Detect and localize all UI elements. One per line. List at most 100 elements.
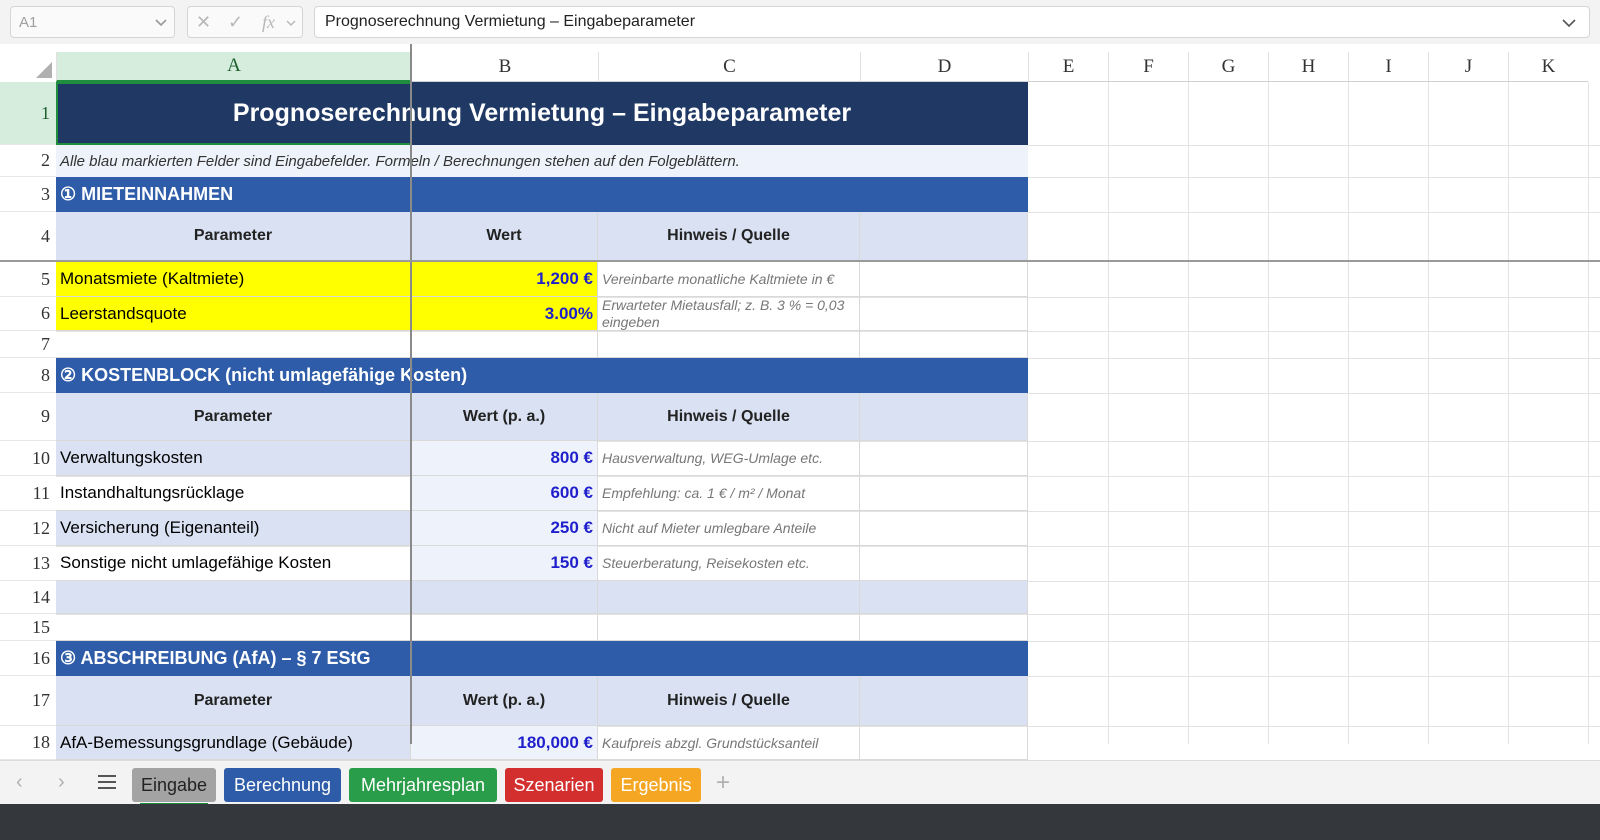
column-header-h[interactable]: H xyxy=(1268,52,1348,82)
header-wert[interactable]: Wert xyxy=(411,212,598,261)
cost-sonstige-value[interactable]: 150 € xyxy=(411,546,598,581)
section-heading-mieteinnahmen[interactable]: ① MIETEINNAHMEN xyxy=(56,177,1028,212)
instruction-note-cell[interactable]: Alle blau markierten Felder sind Eingabe… xyxy=(56,145,1028,177)
cost-versicherung-value[interactable]: 250 € xyxy=(411,511,598,546)
row-header-3[interactable]: 3 xyxy=(0,177,56,212)
param-leerstand-hint[interactable]: Erwarteter Mietausfall; z. B. 3 % = 0,03… xyxy=(598,297,860,331)
column-header-k[interactable]: K xyxy=(1508,52,1588,82)
cost-versicherung-label[interactable]: Versicherung (Eigenanteil) xyxy=(56,511,411,546)
tab-berechnung[interactable]: Berechnung xyxy=(224,768,341,802)
empty-cell[interactable] xyxy=(56,614,411,641)
column-header-d[interactable]: D xyxy=(860,52,1028,82)
row-header-13[interactable]: 13 xyxy=(0,546,56,581)
tab-ergebnis[interactable]: Ergebnis xyxy=(611,768,701,802)
name-box[interactable]: A1 xyxy=(10,6,175,38)
param-monatsmiete-hint[interactable]: Vereinbarte monatliche Kaltmiete in € xyxy=(598,262,860,297)
cost-instandhaltung-hint[interactable]: Empfehlung: ca. 1 € / m² / Monat xyxy=(598,476,860,511)
empty-cell[interactable] xyxy=(860,726,1028,760)
param-leerstand-label[interactable]: Leerstandsquote xyxy=(56,297,411,331)
cost-verwaltung-hint[interactable]: Hausverwaltung, WEG-Umlage etc. xyxy=(598,441,860,476)
empty-cell[interactable] xyxy=(56,331,411,358)
empty-cell[interactable] xyxy=(598,614,860,641)
row-header-14[interactable]: 14 xyxy=(0,581,56,614)
row-header-15[interactable]: 15 xyxy=(0,614,56,641)
row-header-8[interactable]: 8 xyxy=(0,358,56,393)
header-wert-pa[interactable]: Wert (p. a.) xyxy=(411,676,598,726)
cost-versicherung-hint[interactable]: Nicht auf Mieter umlegbare Anteile xyxy=(598,511,860,546)
empty-cell[interactable] xyxy=(860,476,1028,511)
row-header-4[interactable]: 4 xyxy=(0,212,56,261)
param-leerstand-value[interactable]: 3.00% xyxy=(411,297,598,331)
cost-instandhaltung-label[interactable]: Instandhaltungsrücklage xyxy=(56,476,411,511)
function-icon[interactable]: fx xyxy=(262,12,275,33)
sheet-menu-icon[interactable] xyxy=(97,773,117,791)
param-monatsmiete-label[interactable]: Monatsmiete (Kaltmiete) xyxy=(56,262,411,297)
column-header-e[interactable]: E xyxy=(1028,52,1108,82)
cancel-icon[interactable]: ✕ xyxy=(196,12,211,33)
header-hinweis[interactable]: Hinweis / Quelle xyxy=(598,676,860,726)
empty-cell[interactable] xyxy=(598,581,860,614)
empty-cell[interactable] xyxy=(411,331,598,358)
row-header-9[interactable]: 9 xyxy=(0,393,56,441)
empty-cell[interactable] xyxy=(860,581,1028,614)
column-header-i[interactable]: I xyxy=(1348,52,1428,82)
header-parameter[interactable]: Parameter xyxy=(56,393,411,441)
section-heading-kostenblock[interactable]: ② KOSTENBLOCK (nicht umlagefähige Kosten… xyxy=(56,358,1028,393)
header-hinweis[interactable]: Hinweis / Quelle xyxy=(598,212,860,261)
column-header-j[interactable]: J xyxy=(1428,52,1508,82)
empty-cell[interactable] xyxy=(860,262,1028,297)
column-header-g[interactable]: G xyxy=(1188,52,1268,82)
empty-cell[interactable] xyxy=(860,614,1028,641)
column-header-a[interactable]: A xyxy=(56,52,411,82)
function-menu-chevron-icon[interactable] xyxy=(286,19,296,27)
row-header-1[interactable]: 1 xyxy=(0,82,56,145)
row-header-17[interactable]: 17 xyxy=(0,676,56,726)
expand-formula-chevron-icon[interactable] xyxy=(1561,13,1577,31)
cost-verwaltung-value[interactable]: 800 € xyxy=(411,441,598,476)
tab-mehrjahresplan[interactable]: Mehrjahresplan xyxy=(349,768,497,802)
header-parameter[interactable]: Parameter xyxy=(56,212,411,261)
empty-cell[interactable] xyxy=(598,331,860,358)
afa-basis-value[interactable]: 180,000 € xyxy=(411,726,598,760)
row-header-12[interactable]: 12 xyxy=(0,511,56,546)
column-header-b[interactable]: B xyxy=(411,52,598,82)
row-header-10[interactable]: 10 xyxy=(0,441,56,476)
tab-szenarien[interactable]: Szenarien xyxy=(505,768,603,802)
empty-cell[interactable] xyxy=(411,581,598,614)
empty-cell[interactable] xyxy=(860,331,1028,358)
row-header-2[interactable]: 2 xyxy=(0,145,56,177)
afa-basis-hint[interactable]: Kaufpreis abzgl. Grundstücksanteil xyxy=(598,726,860,760)
empty-cell[interactable] xyxy=(860,441,1028,476)
header-hinweis[interactable]: Hinweis / Quelle xyxy=(598,393,860,441)
row-header-7[interactable]: 7 xyxy=(0,331,56,358)
chevron-down-icon[interactable] xyxy=(154,13,168,31)
select-all-corner[interactable] xyxy=(0,52,56,82)
confirm-icon[interactable]: ✓ xyxy=(228,12,243,33)
formula-input[interactable]: Prognoserechnung Vermietung – Eingabepar… xyxy=(314,6,1590,38)
header-empty-d[interactable] xyxy=(860,393,1028,441)
next-sheet-icon[interactable]: › xyxy=(58,771,65,794)
empty-cell[interactable] xyxy=(56,581,411,614)
empty-cell[interactable] xyxy=(860,511,1028,546)
cost-sonstige-hint[interactable]: Steuerberatung, Reisekosten etc. xyxy=(598,546,860,581)
row-header-18[interactable]: 18 xyxy=(0,726,56,760)
header-parameter[interactable]: Parameter xyxy=(56,676,411,726)
prev-sheet-icon[interactable]: ‹ xyxy=(16,771,23,794)
cost-verwaltung-label[interactable]: Verwaltungskosten xyxy=(56,441,411,476)
empty-cell[interactable] xyxy=(860,297,1028,331)
row-header-6[interactable]: 6 xyxy=(0,297,56,331)
cost-instandhaltung-value[interactable]: 600 € xyxy=(411,476,598,511)
row-header-5[interactable]: 5 xyxy=(0,262,56,297)
header-empty-d[interactable] xyxy=(860,676,1028,726)
tab-eingabe[interactable]: Eingabe xyxy=(132,768,216,802)
cost-sonstige-label[interactable]: Sonstige nicht umlagefähige Kosten xyxy=(56,546,411,581)
row-header-16[interactable]: 16 xyxy=(0,641,56,676)
freeze-pane-vertical[interactable] xyxy=(410,44,412,744)
empty-cell[interactable] xyxy=(411,614,598,641)
section-heading-abschreibung[interactable]: ③ ABSCHREIBUNG (AfA) – § 7 EStG xyxy=(56,641,1028,676)
column-header-f[interactable]: F xyxy=(1108,52,1188,82)
empty-cell[interactable] xyxy=(860,546,1028,581)
freeze-pane-horizontal[interactable] xyxy=(0,260,1600,262)
param-monatsmiete-value[interactable]: 1,200 € xyxy=(411,262,598,297)
add-sheet-icon[interactable]: + xyxy=(716,769,730,797)
